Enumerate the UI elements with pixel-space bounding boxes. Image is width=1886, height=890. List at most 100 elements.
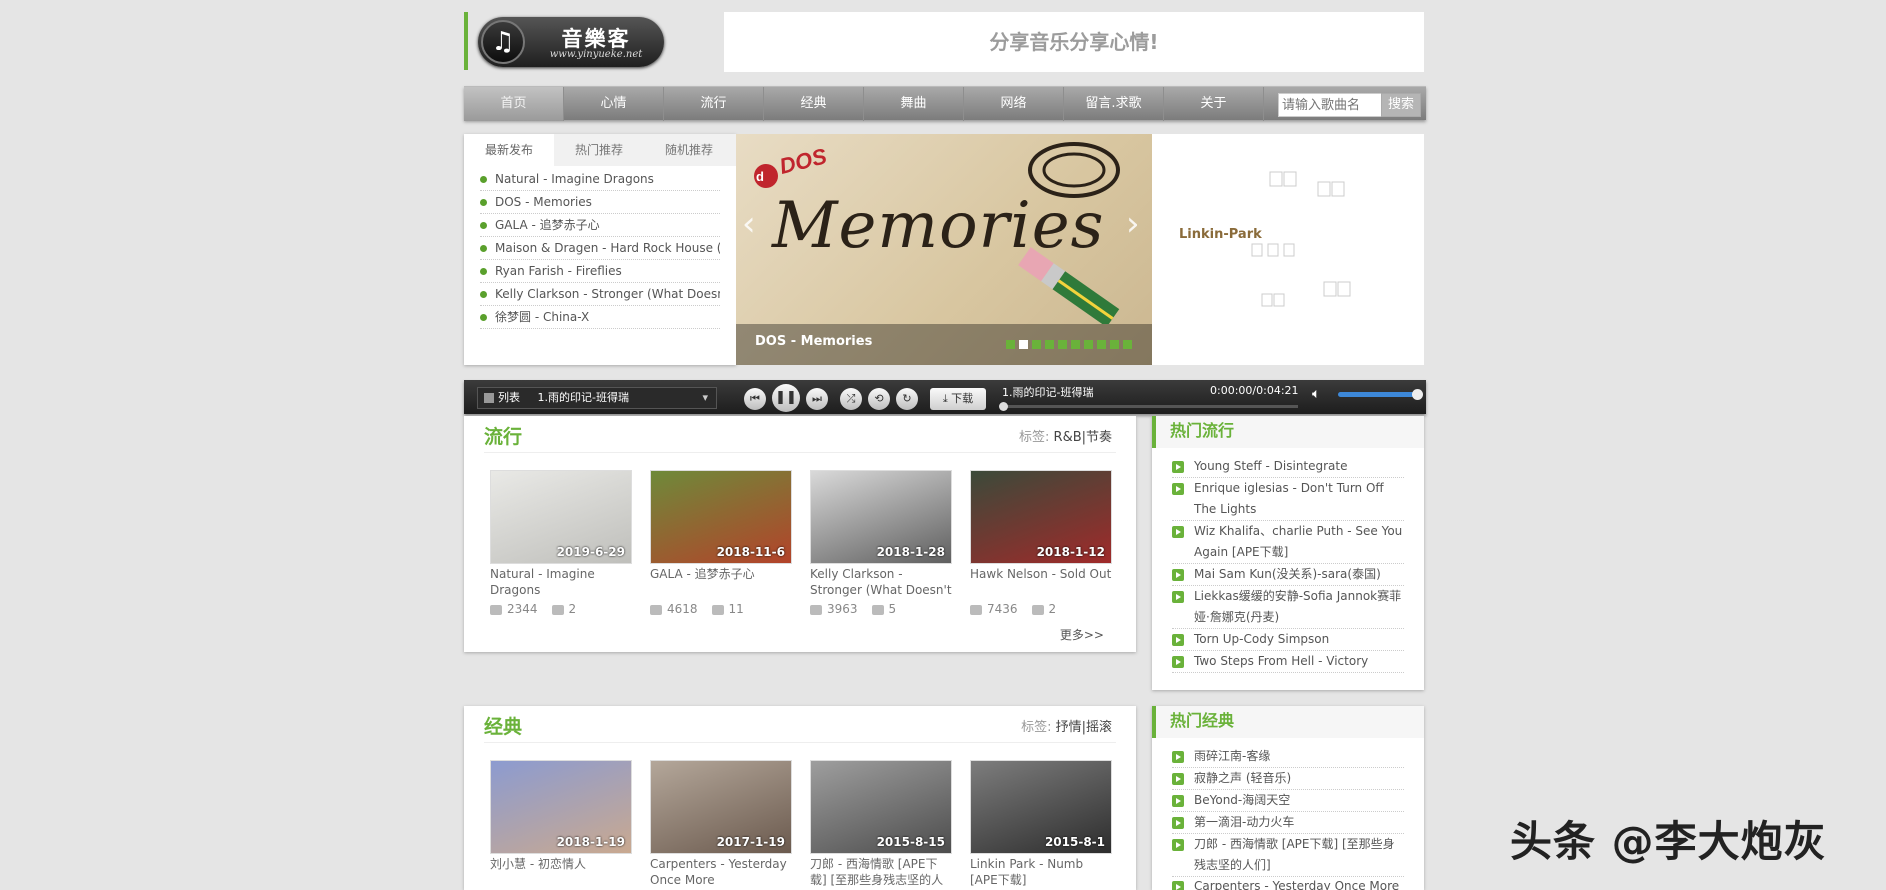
hot-song-item[interactable]: 第一滴泪-动力火车	[1172, 812, 1404, 834]
play-icon[interactable]	[1172, 634, 1184, 646]
play-icon[interactable]	[1172, 483, 1184, 495]
volume-slider[interactable]	[1338, 389, 1423, 400]
slide-dot[interactable]	[1045, 340, 1054, 349]
play-icon[interactable]	[1172, 795, 1184, 807]
album-cover[interactable]: 2017-1-19	[650, 760, 792, 854]
album-title[interactable]: Kelly Clarkson - Stronger (What Doesn't …	[810, 566, 952, 600]
volume-knob[interactable]	[1412, 389, 1423, 400]
album-cover[interactable]: 2019-6-29	[490, 470, 632, 564]
play-icon[interactable]	[1172, 526, 1184, 538]
hot-song-item[interactable]: Enrique iglesias - Don't Turn Off The Li…	[1172, 478, 1404, 521]
next-track-button[interactable]: ⏭	[806, 388, 828, 410]
album-title[interactable]: Hawk Nelson - Sold Out	[970, 566, 1112, 600]
album-card[interactable]: 2017-1-19 Carpenters - Yesterday Once Mo…	[650, 760, 792, 890]
tab-hot-recommend[interactable]: 热门推荐	[554, 134, 644, 166]
hot-song-item[interactable]: 雨碎江南-客缘	[1172, 746, 1404, 768]
tag-links[interactable]: 抒情|摇滚	[1056, 720, 1112, 735]
hot-song-item[interactable]: BeYond-海阔天空	[1172, 790, 1404, 812]
hot-song-item[interactable]: Torn Up-Cody Simpson	[1172, 629, 1404, 651]
play-icon[interactable]	[1172, 881, 1184, 890]
progress-bar[interactable]	[999, 402, 1298, 411]
slide-dot[interactable]	[1006, 340, 1015, 349]
slide-dot[interactable]	[1097, 340, 1106, 349]
album-card[interactable]: 2018-11-6 GALA - 追梦赤子心 4618 11	[650, 470, 792, 616]
volume-icon[interactable]: 🔈︎	[1312, 386, 1320, 402]
more-link[interactable]: 更多>>	[1060, 626, 1104, 643]
nav-item-about[interactable]: 关于	[1164, 87, 1264, 121]
play-icon[interactable]	[1172, 461, 1184, 473]
album-card[interactable]: 2018-1-28 Kelly Clarkson - Stronger (Wha…	[810, 470, 952, 616]
shuffle-button[interactable]: ⤮	[840, 388, 862, 410]
hot-song-item[interactable]: Young Steff - Disintegrate	[1172, 456, 1404, 478]
latest-song[interactable]: Ryan Farish - Fireflies	[480, 260, 720, 283]
album-card[interactable]: 2018-1-12 Hawk Nelson - Sold Out 7436 2	[970, 470, 1112, 616]
playlist-select[interactable]: 列表 1.雨的印记-班得瑞 ▾	[477, 387, 717, 409]
latest-song[interactable]: Maison & Dragen - Hard Rock House (Rad	[480, 237, 720, 260]
nav-item-classic[interactable]: 经典	[764, 87, 864, 121]
latest-song[interactable]: 徐梦圆 - China-X	[480, 306, 720, 329]
banner-slider[interactable]: d DOS Memories ‹ › DOS - Memories	[736, 134, 1152, 365]
pause-button[interactable]: ❚❚	[772, 384, 800, 412]
slide-dot[interactable]	[1019, 340, 1028, 349]
album-title[interactable]: 刘小慧 - 初恋情人	[490, 856, 632, 890]
album-cover[interactable]: 2018-1-19	[490, 760, 632, 854]
tab-latest[interactable]: 最新发布	[464, 134, 554, 166]
album-title[interactable]: GALA - 追梦赤子心	[650, 566, 792, 600]
prev-slide-icon[interactable]: ‹	[742, 204, 756, 244]
album-cover[interactable]: 2015-8-1	[970, 760, 1112, 854]
album-title[interactable]: Linkin Park - Numb [APE下载]	[970, 856, 1112, 890]
play-icon[interactable]	[1172, 839, 1184, 851]
album-card[interactable]: 2019-6-29 Natural - Imagine Dragons 2344…	[490, 470, 632, 616]
previous-track-button[interactable]: ⏮	[744, 388, 766, 410]
latest-song[interactable]: GALA - 追梦赤子心	[480, 214, 720, 237]
slide-dot[interactable]	[1123, 340, 1132, 349]
album-title[interactable]: Natural - Imagine Dragons	[490, 566, 632, 600]
slide-dot[interactable]	[1110, 340, 1119, 349]
tag-links[interactable]: R&B|节奏	[1054, 430, 1112, 445]
play-icon[interactable]	[1172, 773, 1184, 785]
play-icon[interactable]	[1172, 569, 1184, 581]
play-icon[interactable]	[1172, 591, 1184, 603]
latest-song[interactable]: DOS - Memories	[480, 191, 720, 214]
search-button[interactable]: 搜索	[1381, 93, 1421, 117]
album-card[interactable]: 2015-8-1 Linkin Park - Numb [APE下载]	[970, 760, 1112, 890]
album-card[interactable]: 2015-8-15 刀郎 - 西海情歌 [APE下载] [至那些身残志坚的人	[810, 760, 952, 890]
hot-song-item[interactable]: Two Steps From Hell - Victory	[1172, 651, 1404, 673]
album-cover[interactable]: 2015-8-15	[810, 760, 952, 854]
hot-song-item[interactable]: Mai Sam Kun(没关系)-sara(泰国)	[1172, 564, 1404, 586]
play-icon[interactable]	[1172, 656, 1184, 668]
next-slide-icon[interactable]: ›	[1126, 204, 1140, 244]
latest-song[interactable]: Natural - Imagine Dragons	[480, 168, 720, 191]
site-logo[interactable]: ♫ 音樂客 www.yinyueke.net	[464, 12, 696, 70]
hot-song-item[interactable]: 寂静之声 (轻音乐)	[1172, 768, 1404, 790]
album-title[interactable]: Carpenters - Yesterday Once More	[650, 856, 792, 890]
download-button[interactable]: ⤓ 下载	[930, 388, 986, 410]
album-cover[interactable]: 2018-11-6	[650, 470, 792, 564]
search-input[interactable]	[1278, 93, 1382, 117]
slide-dot[interactable]	[1071, 340, 1080, 349]
album-card[interactable]: 2018-1-19 刘小慧 - 初恋情人	[490, 760, 632, 890]
nav-item-pop[interactable]: 流行	[664, 87, 764, 121]
latest-song[interactable]: Kelly Clarkson - Stronger (What Doesn't …	[480, 283, 720, 306]
linkin-park-ad[interactable]: Linkin-Park	[1152, 134, 1424, 365]
nav-item-guestbook[interactable]: 留言.求歌	[1064, 87, 1164, 121]
hot-song-item[interactable]: 刀郎 - 西海情歌 [APE下载] [至那些身残志坚的人们]	[1172, 834, 1404, 877]
album-title[interactable]: 刀郎 - 西海情歌 [APE下载] [至那些身残志坚的人	[810, 856, 952, 890]
repeat-one-button[interactable]: ↻	[896, 388, 918, 410]
play-icon[interactable]	[1172, 751, 1184, 763]
play-icon[interactable]	[1172, 817, 1184, 829]
hot-song-item[interactable]: Liekkas缓缓的安静-Sofia Jannok赛菲娅·詹娜克(丹麦)	[1172, 586, 1404, 629]
progress-knob[interactable]	[999, 402, 1008, 411]
nav-item-dance[interactable]: 舞曲	[864, 87, 964, 121]
tab-random-recommend[interactable]: 随机推荐	[644, 134, 734, 166]
slide-dot[interactable]	[1058, 340, 1067, 349]
repeat-button[interactable]: ⟲	[868, 388, 890, 410]
slide-dot[interactable]	[1084, 340, 1093, 349]
nav-item-home[interactable]: 首页	[464, 87, 564, 121]
nav-item-internet[interactable]: 网络	[964, 87, 1064, 121]
album-cover[interactable]: 2018-1-28	[810, 470, 952, 564]
album-cover[interactable]: 2018-1-12	[970, 470, 1112, 564]
slide-dot[interactable]	[1032, 340, 1041, 349]
hot-song-item[interactable]: Carpenters - Yesterday Once More	[1172, 876, 1404, 890]
nav-item-mood[interactable]: 心情	[564, 87, 664, 121]
